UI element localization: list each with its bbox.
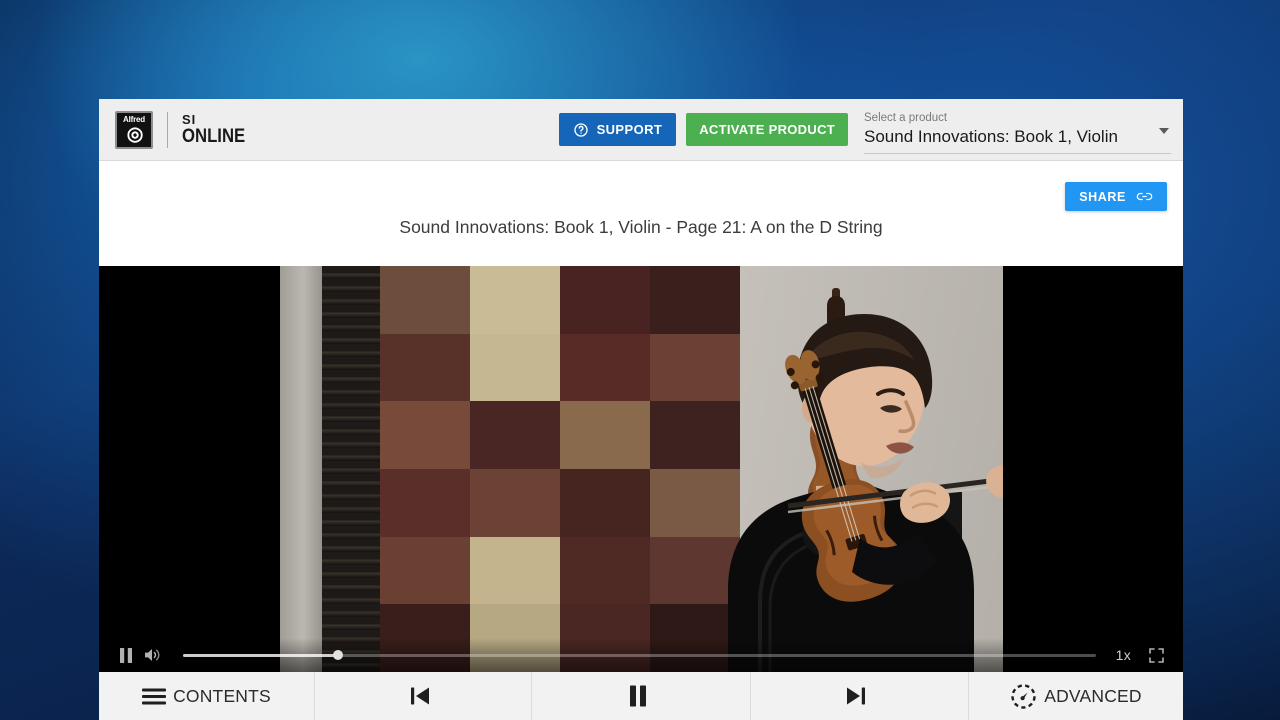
skip-previous-icon [410, 687, 429, 705]
product-select[interactable]: Select a product Sound Innovations: Book… [858, 99, 1183, 161]
product-select-underline [864, 152, 1171, 154]
header-actions: SUPPORT ACTIVATE PRODUCT Select a produc… [558, 99, 1183, 161]
product-select-label: Select a product [864, 112, 948, 124]
alfred-logo-icon: Alfred ◎ [115, 110, 153, 149]
app-header: Alfred ◎ SI ONLINE SUPPORT ACTIVATE PROD… [99, 99, 1183, 161]
scene-shutters [322, 266, 380, 672]
alfred-glyph-icon: ◎ [126, 123, 144, 145]
application-window: Alfred ◎ SI ONLINE SUPPORT ACTIVATE PROD… [99, 99, 1183, 720]
pause-icon [120, 647, 132, 663]
bottom-toolbar: CONTENTS ADVANCED [99, 672, 1183, 720]
si-online-wordmark: SI ONLINE [182, 113, 254, 146]
fullscreen-icon [1148, 647, 1164, 663]
video-pause-button[interactable] [113, 642, 139, 668]
share-button-label: SHARE [1079, 189, 1126, 204]
support-button[interactable]: SUPPORT [558, 113, 677, 146]
video-player[interactable]: 1x [99, 266, 1183, 672]
toolbar-play-pause-button[interactable] [532, 672, 751, 720]
chevron-down-icon[interactable] [1159, 127, 1169, 134]
brand-logo[interactable]: Alfred ◎ SI ONLINE [115, 109, 254, 151]
share-button[interactable]: SHARE [1065, 182, 1167, 211]
alfred-wordmark: Alfred [123, 114, 145, 124]
video-progress-slider[interactable] [183, 648, 1096, 662]
skip-next-icon [847, 687, 865, 705]
video-scene [280, 266, 1003, 672]
scene-violinist [728, 314, 1003, 672]
product-select-value: Sound Innovations: Book 1, Violin [864, 127, 1118, 146]
activate-product-button[interactable]: ACTIVATE PRODUCT [686, 113, 848, 146]
video-controls: 1x [99, 638, 1183, 672]
volume-on-icon [145, 649, 160, 661]
toolbar-contents-button[interactable]: CONTENTS [99, 672, 315, 720]
playback-speed-button[interactable]: 1x [1110, 647, 1143, 663]
online-text: ONLINE [182, 126, 246, 147]
logo-divider [167, 111, 168, 148]
toolbar-contents-label: CONTENTS [173, 685, 271, 706]
help-circle-icon [573, 122, 589, 138]
scene-pillar [280, 266, 322, 672]
progress-fill [183, 653, 339, 657]
gauge-icon [1011, 683, 1036, 709]
toolbar-next-button[interactable] [751, 672, 969, 720]
progress-handle[interactable] [333, 650, 344, 660]
title-band: SHARE Sound Innovations: Book 1, Violin … [99, 161, 1183, 266]
page-title: Sound Innovations: Book 1, Violin - Page… [399, 217, 883, 237]
link-icon [1136, 191, 1153, 202]
hamburger-menu-icon [142, 688, 167, 704]
letterbox-right [1003, 266, 1183, 672]
toolbar-previous-button[interactable] [315, 672, 532, 720]
video-volume-button[interactable] [139, 642, 165, 668]
toolbar-advanced-label: ADVANCED [1044, 685, 1142, 706]
letterbox-left [99, 266, 280, 672]
video-fullscreen-button[interactable] [1143, 642, 1169, 668]
pause-icon [629, 685, 646, 707]
support-button-label: SUPPORT [596, 122, 663, 137]
si-text: SI [182, 112, 197, 127]
toolbar-advanced-button[interactable]: ADVANCED [969, 672, 1183, 720]
